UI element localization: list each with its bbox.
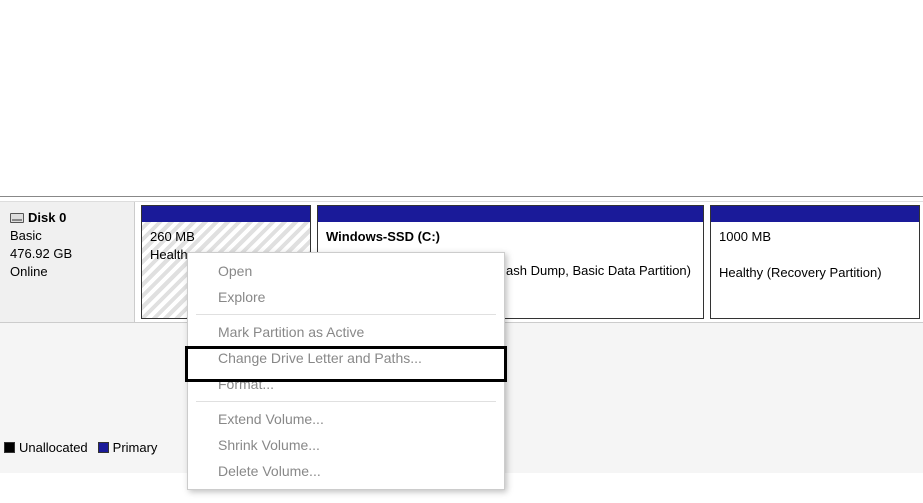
empty-upper-area [0,0,923,196]
legend-primary: Primary [98,440,158,455]
legend-label-primary: Primary [113,440,158,455]
disk-type: Basic [10,227,124,245]
disk-size: 476.92 GB [10,245,124,263]
legend: Unallocated Primary [4,440,157,455]
disk-icon [10,213,24,223]
partition-header [711,206,919,222]
menu-explore[interactable]: Explore [188,284,504,310]
partition-recovery[interactable]: 1000 MB Healthy (Recovery Partition) [710,205,920,319]
disk-status: Online [10,263,124,281]
menu-change-drive-letter[interactable]: Change Drive Letter and Paths... [188,345,504,371]
menu-format[interactable]: Format... [188,371,504,397]
disk-name: Disk 0 [28,210,66,225]
legend-label-unallocated: Unallocated [19,440,88,455]
swatch-primary-icon [98,442,109,453]
partition-header [318,206,703,222]
legend-unallocated: Unallocated [4,440,88,455]
menu-mark-active[interactable]: Mark Partition as Active [188,319,504,345]
disk-info[interactable]: Disk 0 Basic 476.92 GB Online [0,202,135,322]
menu-extend-volume[interactable]: Extend Volume... [188,406,504,432]
swatch-unallocated-icon [4,442,15,453]
partition-size: 260 MB [150,228,302,246]
menu-open[interactable]: Open [188,258,504,284]
menu-shrink-volume[interactable]: Shrink Volume... [188,432,504,458]
menu-delete-volume[interactable]: Delete Volume... [188,458,504,484]
menu-separator [196,314,496,315]
context-menu: Open Explore Mark Partition as Active Ch… [187,252,505,490]
menu-separator [196,401,496,402]
partition-size: 1000 MB [719,228,911,264]
disk-info-header: Disk 0 [10,210,124,225]
partition-header [142,206,310,222]
partition-status: Healthy (Recovery Partition) [719,264,911,282]
partition-body: 1000 MB Healthy (Recovery Partition) [711,222,919,318]
partition-title: Windows-SSD (C:) [326,228,695,246]
